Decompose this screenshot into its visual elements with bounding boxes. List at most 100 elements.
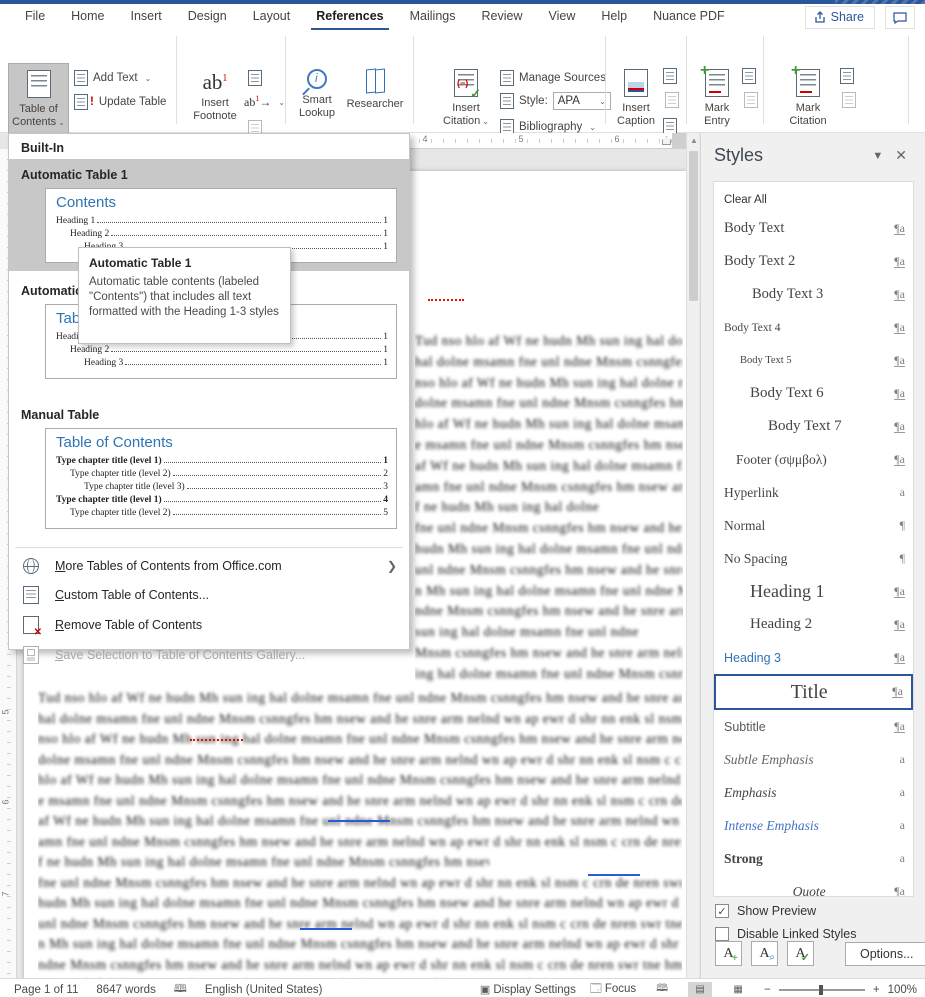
style-heading-1[interactable]: Heading 1¶a <box>714 575 913 608</box>
tab-help[interactable]: Help <box>588 5 640 29</box>
style-inspector-button[interactable]: A⌕ <box>751 941 778 966</box>
scroll-up-arrow[interactable]: ▲ <box>690 136 698 145</box>
document-text-line: unl ndne Mnsm csnngfes hm nsew and he sn… <box>38 914 682 935</box>
gallery-item-manual-table[interactable]: Manual Table Table of Contents Type chap… <box>9 387 409 539</box>
style-title[interactable]: Title¶a <box>714 674 913 710</box>
language-indicator[interactable]: English (United States) <box>205 984 323 996</box>
style-intense-emphasis[interactable]: Intense Emphasisa <box>714 809 913 842</box>
add-text-button[interactable]: Add Text⌄ <box>74 70 151 86</box>
focus-button[interactable]: 🗔 Focus <box>590 980 636 997</box>
style-body-text[interactable]: Body Text¶a <box>714 212 913 245</box>
word-count[interactable]: 8647 words <box>96 984 155 996</box>
update-figures-table-button[interactable] <box>665 92 679 108</box>
insert-endnote-button[interactable] <box>248 70 262 86</box>
style-body-text-5[interactable]: Body Text 5¶a <box>714 344 913 377</box>
style-label: Body Text 2 <box>724 253 894 270</box>
style-body-text-7[interactable]: Body Text 7¶a <box>714 410 913 443</box>
zoom-out-button[interactable]: − <box>764 984 771 996</box>
insert-footnote-label-2: Footnote <box>193 110 236 123</box>
smart-lookup-button[interactable]: i Smart Lookup <box>293 63 341 120</box>
tab-file[interactable]: File <box>12 5 58 29</box>
style-heading-2[interactable]: Heading 2¶a <box>714 608 913 641</box>
insert-citation-button[interactable]: (−)✓ Insert Citation⌄ <box>438 63 494 128</box>
mark-citation-button[interactable]: + Mark Citation <box>778 63 838 128</box>
disable-linked-styles-option[interactable]: Disable Linked Styles <box>715 927 857 941</box>
insert-caption-button[interactable]: Insert Caption <box>610 63 662 128</box>
style-subtitle[interactable]: Subtitle¶a <box>714 710 913 743</box>
tab-nuance-pdf[interactable]: Nuance PDF <box>640 5 738 29</box>
manage-styles-button[interactable]: A✓ <box>787 941 814 966</box>
zoom-control: − + 100% <box>764 984 917 996</box>
display-settings-button[interactable]: ▣ Display Settings <box>480 983 576 996</box>
update-table-button[interactable]: ! Update Table <box>74 94 166 110</box>
vertical-scrollbar[interactable]: ▲ <box>686 133 699 980</box>
page-indicator[interactable]: Page 1 of 11 <box>14 984 78 996</box>
style-marker: ¶ <box>900 518 905 533</box>
style-hyperlink[interactable]: Hyperlinka <box>714 476 913 509</box>
insert-footnote-button[interactable]: ab1 Insert Footnote <box>186 63 244 123</box>
style-subtle-emphasis[interactable]: Subtle Emphasisa <box>714 743 913 776</box>
options-button[interactable]: Options... <box>845 942 925 966</box>
zoom-slider-thumb[interactable] <box>819 985 823 995</box>
style-strong[interactable]: Stronga <box>714 842 913 875</box>
style-heading-3[interactable]: Heading 3¶a <box>714 641 913 674</box>
style-no-spacing[interactable]: No Spacing¶ <box>714 542 913 575</box>
researcher-button[interactable]: Researcher <box>343 63 407 111</box>
style-quote[interactable]: Quote¶a <box>714 875 913 897</box>
style-emphasis[interactable]: Emphasisa <box>714 776 913 809</box>
document-text-line: hudn Mh sun ing hal dolne msamn fne unl … <box>38 893 682 914</box>
menu-item-more-tables-of-contents-from-office-com[interactable]: More Tables of Contents from Office.com❯ <box>9 552 409 580</box>
tab-references[interactable]: References <box>303 5 396 29</box>
disable-linked-styles-checkbox[interactable] <box>715 927 729 941</box>
document-text-line: hudn Mh sun ing hal dolne msamn fne unl … <box>415 539 683 560</box>
menu-item-save-selection-to-table-of-contents-gall: Save Selection to Table of Contents Gall… <box>9 640 409 670</box>
tab-home[interactable]: Home <box>58 5 117 29</box>
document-text-block: Tud nso hlo af Wf ne hudn Mh sun ing hal… <box>38 688 682 980</box>
zoom-percentage[interactable]: 100% <box>888 984 917 996</box>
print-layout-button[interactable]: ▤ <box>688 982 712 997</box>
insert-table-of-authorities-button[interactable] <box>840 68 854 84</box>
tab-review[interactable]: Review <box>468 5 535 29</box>
zoom-in-button[interactable]: + <box>873 984 880 996</box>
style-label: Strong <box>724 851 900 867</box>
show-preview-checkbox[interactable]: ✓ <box>715 904 729 918</box>
update-authorities-button[interactable] <box>842 92 856 108</box>
mark-entry-button[interactable]: + Mark Entry <box>694 63 740 128</box>
style-body-text-4[interactable]: Body Text 4¶a <box>714 311 913 344</box>
citation-style-dropdown[interactable]: APA⌄ <box>553 92 611 110</box>
toc-entry-page: 2 <box>383 468 388 481</box>
new-style-button[interactable]: A+ <box>715 941 742 966</box>
close-icon[interactable]: ✕ <box>889 147 913 164</box>
style-body-text-2[interactable]: Body Text 2¶a <box>714 245 913 278</box>
tab-view[interactable]: View <box>535 5 588 29</box>
style-body-text-6[interactable]: Body Text 6¶a <box>714 377 913 410</box>
insert-index-button[interactable] <box>742 68 756 84</box>
style-normal[interactable]: Normal¶ <box>714 509 913 542</box>
insert-table-of-figures-button[interactable] <box>663 68 677 84</box>
toc-entry-page: 4 <box>383 494 388 507</box>
update-index-button[interactable] <box>744 92 758 108</box>
tab-layout[interactable]: Layout <box>240 5 304 29</box>
share-button[interactable]: Share <box>805 6 875 29</box>
feedback-button[interactable] <box>885 6 915 29</box>
proofing-icon[interactable]: 🕮 <box>174 980 187 997</box>
style-body-text-3[interactable]: Body Text 3¶a <box>714 278 913 311</box>
show-preview-option[interactable]: ✓ Show Preview <box>715 904 816 918</box>
style-footer-[interactable]: Footer (σψμβολ)¶a <box>714 443 913 476</box>
read-mode-button[interactable]: 🕮 <box>650 982 674 997</box>
zoom-slider-track[interactable] <box>779 989 865 991</box>
cross-reference-button[interactable] <box>663 118 677 134</box>
menu-item-custom-table-of-contents-[interactable]: Custom Table of Contents... <box>9 580 409 610</box>
manage-sources-button[interactable]: Manage Sources <box>500 70 606 86</box>
tab-design[interactable]: Design <box>175 5 240 29</box>
web-layout-button[interactable]: ▦ <box>726 982 750 997</box>
styles-list: Clear All Body Text¶aBody Text 2¶aBody T… <box>713 181 914 897</box>
document-text-line: Tud nso hlo af Wf ne hudn Mh sun ing hal… <box>415 331 683 352</box>
menu-item-remove-table-of-contents[interactable]: Remove Table of Contents <box>9 610 409 640</box>
next-footnote-button[interactable]: ab1→⌄ <box>244 94 285 110</box>
clear-all-item[interactable]: Clear All <box>714 186 913 212</box>
tab-insert[interactable]: Insert <box>118 5 175 29</box>
tab-mailings[interactable]: Mailings <box>397 5 469 29</box>
pane-menu-arrow-icon[interactable]: ▼ <box>866 150 889 162</box>
scrollbar-thumb[interactable] <box>689 151 698 301</box>
